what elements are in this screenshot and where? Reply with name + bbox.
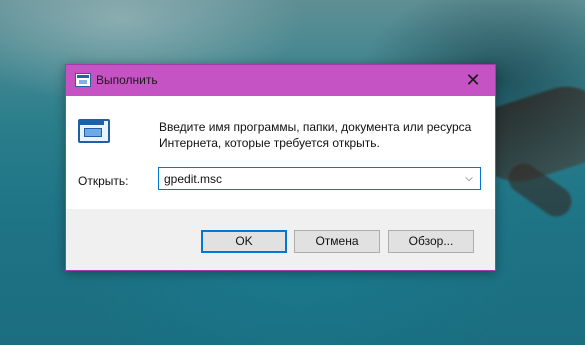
run-dialog: Выполнить ✕ Введите имя программы, папки… xyxy=(65,64,496,271)
button-bar: OK Отмена Обзор... xyxy=(66,209,495,270)
open-label: Открыть: xyxy=(78,174,129,188)
command-input[interactable]: gpedit.msc xyxy=(164,172,222,186)
close-button[interactable]: ✕ xyxy=(451,65,495,96)
run-icon xyxy=(75,73,91,87)
command-combobox[interactable]: gpedit.msc ⌵ xyxy=(158,167,481,190)
browse-button[interactable]: Обзор... xyxy=(388,230,474,253)
dialog-body: Введите имя программы, папки, документа … xyxy=(66,96,495,209)
run-program-icon xyxy=(78,119,110,145)
ok-button[interactable]: OK xyxy=(201,230,287,253)
cancel-button[interactable]: Отмена xyxy=(294,230,380,253)
chevron-down-icon[interactable]: ⌵ xyxy=(460,168,478,189)
title-bar[interactable]: Выполнить ✕ xyxy=(66,65,495,96)
instructions-text: Введите имя программы, папки, документа … xyxy=(159,120,472,150)
window-title: Выполнить xyxy=(96,73,158,87)
